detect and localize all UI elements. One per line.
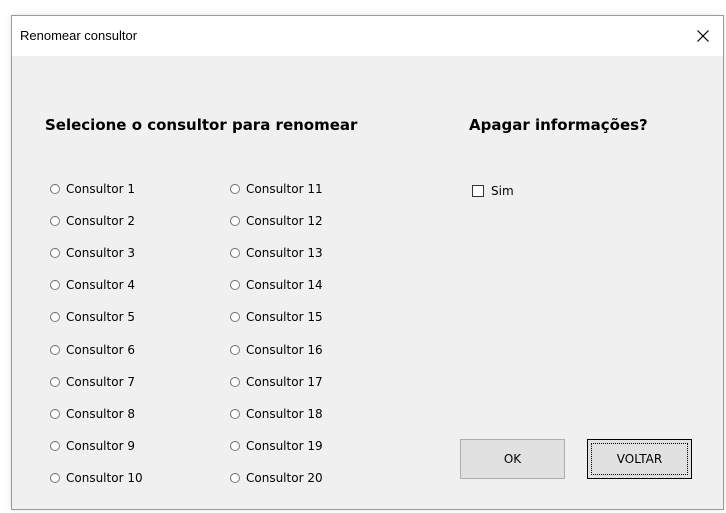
radio-circle xyxy=(50,216,60,227)
radio-circle xyxy=(230,216,240,227)
focus-ring xyxy=(591,443,688,475)
consultant-radio[interactable]: Consultor 13 xyxy=(230,244,323,262)
consultant-radio[interactable]: Consultor 16 xyxy=(230,341,323,359)
consultant-radio[interactable]: Consultor 3 xyxy=(50,244,135,262)
consultant-radio[interactable]: Consultor 14 xyxy=(230,276,323,294)
radio-circle xyxy=(230,408,240,419)
consultant-radio[interactable]: Consultor 10 xyxy=(50,469,143,487)
radio-label: Consultor 19 xyxy=(246,438,323,453)
radio-label: Consultor 1 xyxy=(66,182,135,196)
radio-circle xyxy=(230,472,240,483)
radio-label: Consultor 9 xyxy=(66,438,135,453)
radio-label: Consultor 5 xyxy=(66,310,135,325)
close-button[interactable] xyxy=(683,16,723,56)
consultant-radio[interactable]: Consultor 7 xyxy=(50,373,135,391)
radio-circle xyxy=(230,376,240,387)
radio-circle xyxy=(230,280,240,291)
radio-circle xyxy=(50,184,60,194)
radio-label: Consultor 6 xyxy=(66,342,135,357)
radio-circle xyxy=(50,344,60,355)
radio-circle xyxy=(50,312,60,323)
consultant-radio[interactable]: Consultor 19 xyxy=(230,437,323,455)
consultant-radio[interactable]: Consultor 5 xyxy=(50,308,135,326)
radio-label: Consultor 17 xyxy=(246,374,323,389)
radio-label: Consultor 10 xyxy=(66,470,143,485)
checkbox-label: Sim xyxy=(491,184,514,198)
radio-circle xyxy=(230,184,240,194)
close-icon xyxy=(697,30,709,42)
rename-consultant-dialog: Renomear consultor Selecione o consultor… xyxy=(11,15,724,510)
checkbox-box xyxy=(472,185,484,197)
radio-label: Consultor 12 xyxy=(246,214,323,229)
radio-label: Consultor 2 xyxy=(66,214,135,229)
consultant-radio[interactable]: Consultor 1 xyxy=(50,180,135,198)
radio-circle xyxy=(50,280,60,291)
back-button[interactable]: VOLTAR xyxy=(587,439,692,479)
title-bar: Renomear consultor xyxy=(12,16,723,56)
radio-circle xyxy=(50,376,60,387)
consultant-radio[interactable]: Consultor 18 xyxy=(230,405,323,423)
radio-circle xyxy=(230,312,240,323)
radio-label: Consultor 4 xyxy=(66,278,135,293)
radio-label: Consultor 16 xyxy=(246,342,323,357)
radio-circle xyxy=(50,440,60,451)
radio-circle xyxy=(50,472,60,483)
radio-circle xyxy=(230,248,240,259)
ok-button[interactable]: OK xyxy=(460,439,565,479)
radio-label: Consultor 14 xyxy=(246,278,323,293)
radio-label: Consultor 7 xyxy=(66,374,135,389)
consultant-radio[interactable]: Consultor 9 xyxy=(50,437,135,455)
consultant-radio[interactable]: Consultor 15 xyxy=(230,308,323,326)
consultant-radio[interactable]: Consultor 12 xyxy=(230,212,323,230)
radio-circle xyxy=(50,248,60,259)
radio-label: Consultor 18 xyxy=(246,406,323,421)
radio-label: Consultor 8 xyxy=(66,406,135,421)
ok-button-label: OK xyxy=(503,452,522,466)
radio-label: Consultor 3 xyxy=(66,246,135,261)
radio-circle xyxy=(230,440,240,451)
radio-circle xyxy=(50,408,60,419)
consultant-radio[interactable]: Consultor 8 xyxy=(50,405,135,423)
select-consultant-heading: Selecione o consultor para renomear xyxy=(45,116,358,134)
consultant-radio[interactable]: Consultor 17 xyxy=(230,373,323,391)
radio-circle xyxy=(230,344,240,355)
window-title: Renomear consultor xyxy=(20,28,138,43)
clear-info-checkbox[interactable]: Sim xyxy=(472,183,514,199)
radio-label: Consultor 11 xyxy=(246,182,323,196)
consultant-radio[interactable]: Consultor 2 xyxy=(50,212,135,230)
consultant-radio[interactable]: Consultor 4 xyxy=(50,276,135,294)
consultant-radio[interactable]: Consultor 20 xyxy=(230,469,323,487)
radio-label: Consultor 15 xyxy=(246,310,323,325)
radio-label: Consultor 13 xyxy=(246,246,323,261)
clear-info-heading: Apagar informações? xyxy=(469,116,648,134)
consultant-radio[interactable]: Consultor 6 xyxy=(50,341,135,359)
radio-label: Consultor 20 xyxy=(246,470,323,485)
consultant-radio[interactable]: Consultor 11 xyxy=(230,180,323,198)
